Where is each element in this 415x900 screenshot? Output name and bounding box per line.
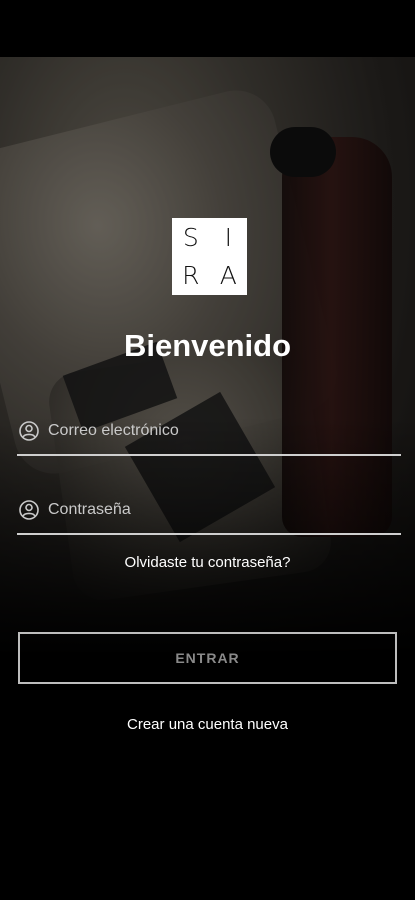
password-field[interactable]	[17, 487, 401, 535]
forgot-password-link[interactable]: Olvidaste tu contraseña?	[0, 554, 415, 571]
email-input[interactable]	[48, 422, 368, 440]
user-circle-icon	[18, 499, 40, 521]
logo-letter: S	[182, 222, 199, 252]
logo-letter: R	[182, 261, 200, 291]
user-circle-icon	[18, 420, 40, 442]
brand-logo: S I R A	[172, 218, 247, 295]
welcome-title: Bienvenido	[123, 328, 292, 363]
password-input[interactable]	[48, 501, 368, 519]
email-field[interactable]	[17, 408, 401, 456]
logo-letter: A	[219, 261, 237, 291]
login-button[interactable]: ENTRAR	[18, 632, 397, 684]
logo-letter: I	[224, 222, 232, 252]
create-account-link[interactable]: Crear una cuenta nueva	[0, 716, 415, 733]
status-bar	[0, 0, 415, 57]
